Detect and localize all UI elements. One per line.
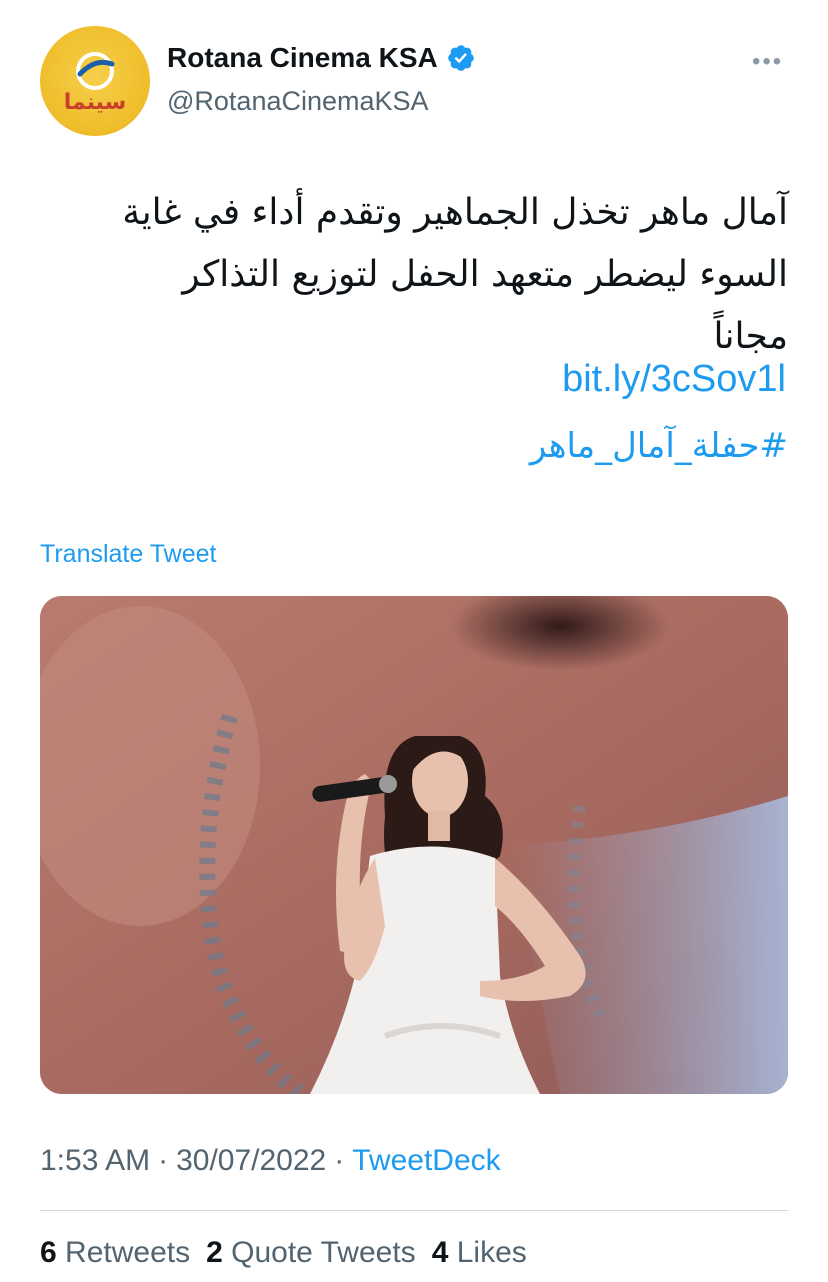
rotana-logo-icon — [76, 52, 115, 90]
tweet-meta: 1:53 AM · 30/07/2022 · TweetDeck — [40, 1144, 501, 1177]
quote-tweets-label: Quote Tweets — [231, 1236, 416, 1269]
retweets-count: 6 — [40, 1236, 57, 1269]
tweet-source[interactable]: TweetDeck — [352, 1144, 500, 1177]
likes-label: Likes — [456, 1236, 527, 1269]
tweet-link[interactable]: bit.ly/3cSov1l — [562, 358, 786, 401]
tweet-text-line: آمال ماهر تخذل الجماهير وتقدم أداء في غا… — [122, 192, 788, 233]
tweet-date[interactable]: 30/07/2022 — [176, 1144, 326, 1177]
tweet-stats: 6 Retweets 2 Quote Tweets 4 Likes — [40, 1236, 527, 1270]
concert-photo-image — [40, 596, 788, 1094]
avatar-logo-text: سينما — [63, 90, 127, 115]
display-name[interactable]: Rotana Cinema KSA — [167, 42, 438, 74]
tweet-time[interactable]: 1:53 AM — [40, 1144, 150, 1177]
likes-count: 4 — [431, 1236, 449, 1269]
account-name-row[interactable]: Rotana Cinema KSA — [167, 42, 476, 74]
account-handle[interactable]: @RotanaCinemaKSA — [167, 86, 429, 117]
tweet-text: آمال ماهر تخذل الجماهير وتقدم أداء في غا… — [40, 182, 788, 368]
retweets-label: Retweets — [65, 1236, 191, 1269]
verified-badge-icon — [447, 45, 474, 71]
likes-stat[interactable]: 4 Likes — [432, 1236, 527, 1270]
quote-tweets-count: 2 — [206, 1236, 223, 1269]
tweet-text-line: السوء ليضطر متعهد الحفل لتوزيع التذاكر — [182, 254, 788, 295]
account-avatar[interactable]: سينما — [40, 26, 150, 136]
tweet-hashtag[interactable]: #حفلة_آمال_ماهر — [530, 426, 788, 466]
tweet-media-photo[interactable] — [40, 596, 788, 1094]
translate-tweet-link[interactable]: Translate Tweet — [40, 540, 216, 569]
more-options-icon[interactable]: ••• — [752, 48, 783, 76]
divider — [40, 1210, 788, 1211]
retweets-stat[interactable]: 6 Retweets — [40, 1236, 190, 1270]
quote-tweets-stat[interactable]: 2 Quote Tweets — [206, 1236, 416, 1270]
